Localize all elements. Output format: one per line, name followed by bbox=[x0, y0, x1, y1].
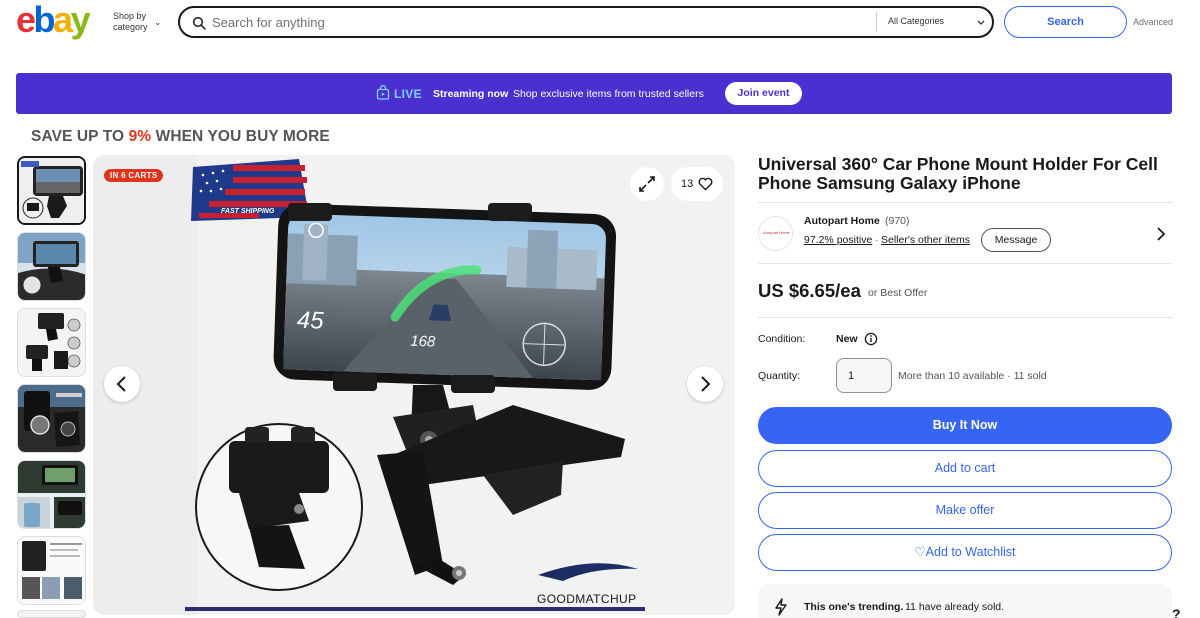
previous-image-button[interactable] bbox=[104, 366, 140, 402]
thumbnail-5[interactable] bbox=[17, 460, 86, 529]
make-offer-button[interactable]: Make offer bbox=[758, 492, 1172, 529]
message-seller-button[interactable]: Message bbox=[981, 228, 1051, 252]
watch-count: 13 bbox=[681, 178, 694, 190]
separator-dot: · bbox=[875, 234, 879, 246]
availability-text: More than 10 available · 11 sold bbox=[898, 370, 1047, 382]
shop-by-category-button[interactable]: Shop by category ⌄ bbox=[113, 11, 162, 33]
price: US $6.65/ea bbox=[758, 280, 861, 301]
hud-speed: 45 bbox=[296, 307, 324, 335]
buy-it-now-button[interactable]: Buy It Now bbox=[758, 407, 1172, 444]
category-select[interactable]: All Categories bbox=[888, 16, 944, 26]
thumbnail-7[interactable] bbox=[17, 610, 86, 618]
chevron-right-icon[interactable] bbox=[1154, 226, 1168, 242]
thumbnail-4[interactable] bbox=[17, 384, 86, 453]
trending-title: This one's trending. bbox=[804, 601, 904, 613]
in-carts-badge: IN 6 CARTS bbox=[104, 169, 164, 182]
banner-description: Shop exclusive items from trusted seller… bbox=[513, 88, 704, 100]
divider bbox=[758, 263, 1172, 264]
seller-avatar[interactable]: Autopart Home bbox=[758, 216, 793, 251]
thumbnail-2[interactable] bbox=[17, 232, 86, 301]
chevron-right-icon bbox=[701, 376, 711, 392]
chevron-left-icon bbox=[116, 376, 126, 392]
add-to-cart-button[interactable]: Add to cart bbox=[758, 450, 1172, 487]
chevron-down-icon bbox=[977, 20, 985, 25]
listing-title: Universal 360° Car Phone Mount Holder Fo… bbox=[758, 154, 1158, 193]
heart-icon bbox=[698, 177, 713, 191]
live-event-banner[interactable]: LIVE Streaming now Shop exclusive items … bbox=[16, 73, 1172, 114]
main-product-image[interactable]: FAST SHIPPING 45 168 IN 6 CARTS 13 GOODM… bbox=[93, 155, 735, 615]
sellers-other-items-link[interactable]: Seller's other items bbox=[881, 234, 970, 246]
expand-icon bbox=[639, 176, 655, 192]
expand-image-button[interactable] bbox=[630, 167, 664, 201]
quantity-label: Quantity: bbox=[758, 370, 801, 382]
condition-label: Condition: bbox=[758, 333, 806, 345]
lightning-icon bbox=[775, 598, 787, 616]
info-icon[interactable] bbox=[864, 332, 878, 346]
hud-distance: 168 bbox=[410, 333, 436, 351]
promo-suffix: WHEN YOU BUY MORE bbox=[151, 128, 330, 145]
trending-text: 11 have already sold. bbox=[905, 601, 1005, 613]
advanced-search-link[interactable]: Advanced bbox=[1133, 17, 1173, 27]
next-image-button[interactable] bbox=[687, 366, 723, 402]
search-icon bbox=[192, 16, 206, 30]
trending-notice: This one's trending. 11 have already sol… bbox=[758, 584, 1172, 618]
live-label: LIVE bbox=[394, 87, 422, 101]
thumbnail-1[interactable] bbox=[17, 156, 86, 225]
shopping-bag-icon bbox=[376, 85, 390, 100]
add-to-watchlist-button[interactable]: ♡Add to Watchlist bbox=[758, 534, 1172, 571]
divider bbox=[758, 317, 1172, 318]
category-label: category bbox=[113, 22, 148, 32]
chevron-down-icon: ⌄ bbox=[154, 17, 162, 27]
promo-prefix: SAVE UP TO bbox=[31, 128, 129, 145]
thumbnail-6[interactable] bbox=[17, 536, 86, 605]
quantity-input[interactable] bbox=[836, 358, 892, 393]
seller-feedback-count: (970) bbox=[885, 215, 910, 227]
seller-positive-feedback[interactable]: 97.2% positive bbox=[804, 234, 872, 246]
watchlist-label: Add to Watchlist bbox=[925, 545, 1016, 559]
svg-text:ebay: ebay bbox=[16, 2, 91, 40]
search-button[interactable]: Search bbox=[1004, 6, 1127, 38]
divider bbox=[758, 202, 1172, 203]
thumbnail-3[interactable] bbox=[17, 308, 86, 377]
ebay-logo[interactable]: ebay bbox=[16, 2, 104, 40]
heart-icon: ♡ bbox=[914, 545, 926, 559]
help-icon[interactable]: ? bbox=[1172, 606, 1181, 618]
promo-percent: 9% bbox=[128, 128, 152, 145]
brand-watermark: GOODMATCHUP bbox=[537, 592, 637, 606]
divider bbox=[876, 12, 877, 32]
best-offer-label: or Best Offer bbox=[868, 287, 928, 299]
fast-shipping-caption: FAST SHIPPING bbox=[221, 208, 275, 215]
search-bar: All Categories bbox=[178, 6, 994, 38]
product-photo: FAST SHIPPING 45 168 bbox=[93, 155, 735, 615]
condition-value: New bbox=[836, 333, 858, 345]
seller-name[interactable]: Autopart Home bbox=[804, 215, 880, 227]
join-event-button[interactable]: Join event bbox=[725, 82, 802, 105]
volume-discount-heading: SAVE UP TO 9% WHEN YOU BUY MORE bbox=[31, 128, 330, 146]
watch-count-button[interactable]: 13 bbox=[671, 167, 723, 201]
search-input[interactable] bbox=[212, 11, 852, 33]
streaming-now-label: Streaming now bbox=[433, 88, 509, 100]
shop-by-label: Shop by bbox=[113, 11, 147, 21]
